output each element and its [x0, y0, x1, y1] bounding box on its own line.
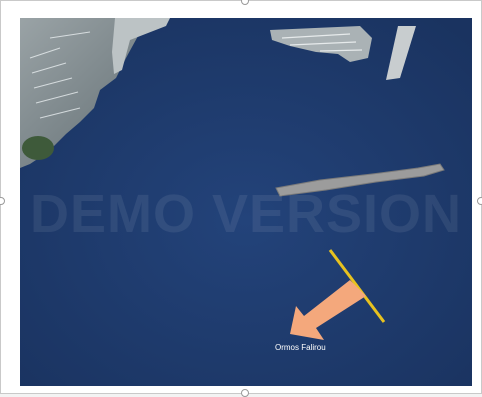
location-label: Ormos Falirou [275, 343, 326, 352]
aerial-map-drawing [20, 18, 472, 386]
resize-handle-right[interactable] [477, 197, 482, 205]
image-frame[interactable]: DEMO VERSION Ormos Falirou [0, 0, 482, 397]
resize-handle-bottom[interactable] [241, 389, 249, 397]
green-area [22, 136, 54, 160]
aerial-map-image[interactable]: DEMO VERSION Ormos Falirou [20, 18, 472, 386]
resize-handle-top[interactable] [241, 0, 249, 5]
resize-handle-left[interactable] [0, 197, 5, 205]
